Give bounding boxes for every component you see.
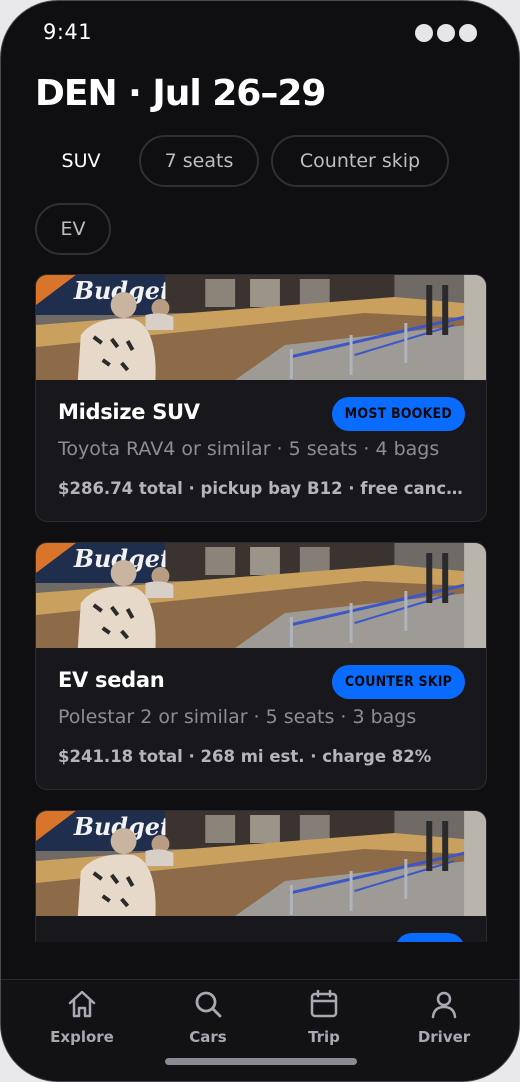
status-indicators <box>415 24 477 42</box>
tab-label: Cars <box>189 1028 227 1046</box>
status-time: 9:41 <box>43 20 93 44</box>
car-meta: $241.18 total · 268 mi est. · charge 82% <box>58 747 432 766</box>
tab-explore[interactable]: Explore <box>27 988 137 1050</box>
chip-counter-skip[interactable]: Counter skip <box>271 135 449 187</box>
page-title: DEN · Jul 26–29 <box>35 73 326 114</box>
status-dot-icon <box>415 24 433 42</box>
tab-label: Driver <box>417 1028 471 1046</box>
rental-counter-photo: Budget <box>36 543 486 648</box>
tab-label: Trip <box>308 1028 340 1046</box>
chip-ev[interactable]: EV <box>35 203 111 255</box>
tab-trip[interactable]: Trip <box>269 988 379 1050</box>
car-card-midsize-suv[interactable]: Budget Midsize SUV MOST BOOKED Toyota RA… <box>35 274 487 522</box>
rental-counter-photo: Budget <box>36 275 486 380</box>
car-subtitle: Toyota RAV4 or similar · 5 seats · 4 bag… <box>58 438 440 460</box>
phone-frame: 9:41 DEN · Jul 26–29 SUV 7 seats Counter… <box>0 0 520 1082</box>
rental-counter-photo: Budget <box>36 811 486 916</box>
chip-suv[interactable]: SUV <box>35 135 127 187</box>
chip-7-seats[interactable]: 7 seats <box>139 135 259 187</box>
car-list[interactable]: Budget Midsize SUV MOST BOOKED Toyota RA… <box>35 274 487 942</box>
car-card-partial[interactable]: Budget <box>35 810 487 942</box>
person-icon <box>431 991 457 1019</box>
car-meta: $286.74 total · pickup bay B12 · free ca… <box>58 479 468 498</box>
car-subtitle: Polestar 2 or similar · 5 seats · 3 bags <box>58 706 417 728</box>
search-icon <box>195 991 222 1018</box>
car-card-ev-sedan[interactable]: Budget EV sedan COUNTER SKIP Polestar 2 … <box>35 542 487 790</box>
tab-bar: Explore Cars Trip Driver <box>1 979 519 1081</box>
calendar-icon <box>310 989 338 1018</box>
tab-label: Explore <box>50 1028 114 1046</box>
home-indicator[interactable] <box>165 1058 357 1065</box>
tab-driver[interactable]: Driver <box>389 988 499 1050</box>
status-badge: COUNTER SKIP <box>331 665 465 699</box>
tab-cars[interactable]: Cars <box>153 988 263 1050</box>
car-name: EV sedan <box>58 668 165 692</box>
status-dot-icon <box>437 24 455 42</box>
status-bar: 9:41 <box>1 1 519 65</box>
status-badge <box>395 933 465 942</box>
car-name: Midsize SUV <box>58 400 200 424</box>
status-badge: MOST BOOKED <box>331 397 465 431</box>
home-icon <box>68 990 96 1018</box>
status-dot-icon <box>459 24 477 42</box>
